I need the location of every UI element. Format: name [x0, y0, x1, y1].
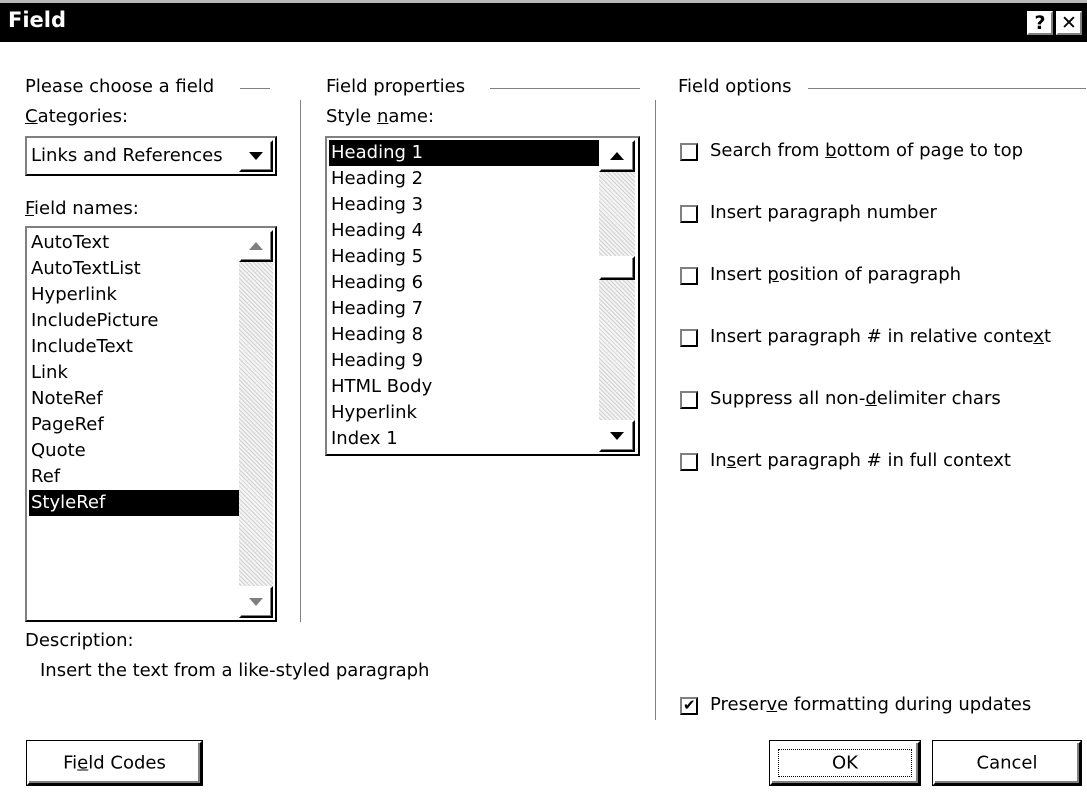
scroll-down-button[interactable]: [239, 586, 273, 618]
search-bottom-checkbox[interactable]: [680, 143, 698, 161]
insert-paragraph-number-label: Insert paragraph number: [710, 202, 937, 223]
field-name-list-item[interactable]: AutoTextList: [29, 256, 243, 282]
vertical-divider: [655, 100, 657, 720]
style-name-list[interactable]: Heading 1 Heading 2 Heading 3 Heading 4 Head…: [325, 136, 640, 456]
choose-field-group-title: Please choose a field: [25, 76, 215, 97]
style-name-list-item[interactable]: Heading 4: [329, 218, 599, 244]
description-text: Insert the text from a like-styled parag…: [40, 660, 430, 681]
style-name-list-item[interactable]: Hyperlink: [329, 400, 599, 426]
chevron-down-icon: [249, 152, 263, 160]
style-name-items: Heading 1 Heading 2 Heading 3 Heading 4 Head…: [329, 140, 599, 452]
field-names-label: Field names:: [25, 198, 139, 219]
vertical-divider: [300, 100, 302, 622]
style-name-list-item[interactable]: Index 1: [329, 426, 599, 452]
arrow-down-icon: [249, 598, 263, 606]
scroll-up-button[interactable]: [599, 140, 635, 172]
field-options-group-title: Field options: [678, 76, 792, 97]
group-divider: [240, 88, 270, 90]
insert-position-label: Insert position of paragraph: [710, 264, 962, 285]
dialog-title: Field: [8, 8, 67, 32]
style-name-list-item[interactable]: Heading 5: [329, 244, 599, 270]
categories-dropdown[interactable]: Links and References: [25, 136, 277, 176]
preserve-formatting-checkbox[interactable]: ✔: [680, 697, 698, 715]
scroll-up-button[interactable]: [239, 230, 273, 262]
ok-button[interactable]: OK: [770, 741, 920, 785]
relative-context-checkbox[interactable]: [680, 329, 698, 347]
style-name-list-item[interactable]: Heading 2: [329, 166, 599, 192]
search-bottom-label: Search from bottom of page to top: [710, 140, 1024, 161]
insert-position-checkbox[interactable]: [680, 267, 698, 285]
help-icon: ?: [1034, 12, 1046, 34]
field-name-list-item[interactable]: IncludePicture: [29, 308, 243, 334]
field-codes-button-label: Field Codes: [63, 752, 166, 774]
style-name-list-item[interactable]: Heading 8: [329, 322, 599, 348]
full-context-checkbox[interactable]: [680, 453, 698, 471]
style-name-list-item[interactable]: Heading 9: [329, 348, 599, 374]
arrow-up-icon: [249, 242, 263, 250]
insert-paragraph-number-checkbox[interactable]: [680, 205, 698, 223]
relative-context-label: Insert paragraph # in relative context: [710, 326, 1052, 347]
close-button[interactable]: ✕: [1056, 11, 1082, 35]
style-name-list-item[interactable]: HTML Body: [329, 374, 599, 400]
title-bar: Field ? ✕: [0, 0, 1087, 42]
full-context-label: Insert paragraph # in full context: [710, 450, 1011, 471]
close-icon: ✕: [1061, 12, 1077, 34]
field-names-items: AutoText AutoTextList Hyperlink IncludePict…: [29, 230, 243, 516]
style-name-list-item[interactable]: Heading 3: [329, 192, 599, 218]
categories-dropdown-button[interactable]: [239, 140, 273, 172]
style-name-label: Style name:: [326, 106, 435, 127]
field-name-list-item[interactable]: Ref: [29, 464, 243, 490]
field-name-list-item[interactable]: PageRef: [29, 412, 243, 438]
cancel-button-label: Cancel: [976, 752, 1038, 774]
style-name-list-item[interactable]: Heading 6: [329, 270, 599, 296]
field-names-list[interactable]: AutoText AutoTextList Hyperlink IncludePict…: [25, 226, 277, 622]
field-name-list-item[interactable]: Quote: [29, 438, 243, 464]
field-name-list-item[interactable]: AutoText: [29, 230, 243, 256]
group-divider: [490, 88, 640, 90]
field-name-list-item[interactable]: NoteRef: [29, 386, 243, 412]
field-codes-button[interactable]: Field Codes: [27, 741, 202, 785]
help-button[interactable]: ?: [1027, 11, 1053, 35]
style-name-scrollbar[interactable]: [599, 140, 635, 452]
ok-button-label: OK: [832, 752, 858, 774]
group-divider: [808, 88, 1086, 90]
field-properties-group-title: Field properties: [326, 76, 466, 97]
field-name-list-item[interactable]: StyleRef: [29, 490, 243, 516]
scroll-down-button[interactable]: [599, 420, 635, 452]
style-name-list-item[interactable]: Heading 1: [329, 140, 599, 166]
categories-value: Links and References: [31, 145, 223, 166]
field-name-list-item[interactable]: Hyperlink: [29, 282, 243, 308]
categories-label: Categories:: [25, 106, 129, 127]
field-name-list-item[interactable]: IncludeText: [29, 334, 243, 360]
suppress-chars-checkbox[interactable]: [680, 391, 698, 409]
arrow-down-icon: [610, 432, 624, 440]
field-name-list-item[interactable]: Link: [29, 360, 243, 386]
arrow-up-icon: [610, 152, 624, 160]
checkmark-icon: ✔: [683, 696, 696, 714]
description-label: Description:: [25, 630, 134, 651]
suppress-chars-label: Suppress all non-delimiter chars: [710, 388, 1001, 409]
cancel-button[interactable]: Cancel: [933, 741, 1081, 785]
scroll-thumb[interactable]: [599, 256, 635, 280]
field-names-scrollbar[interactable]: [239, 230, 273, 618]
style-name-list-item[interactable]: Heading 7: [329, 296, 599, 322]
preserve-formatting-label: Preserve formatting during updates: [710, 694, 1032, 715]
